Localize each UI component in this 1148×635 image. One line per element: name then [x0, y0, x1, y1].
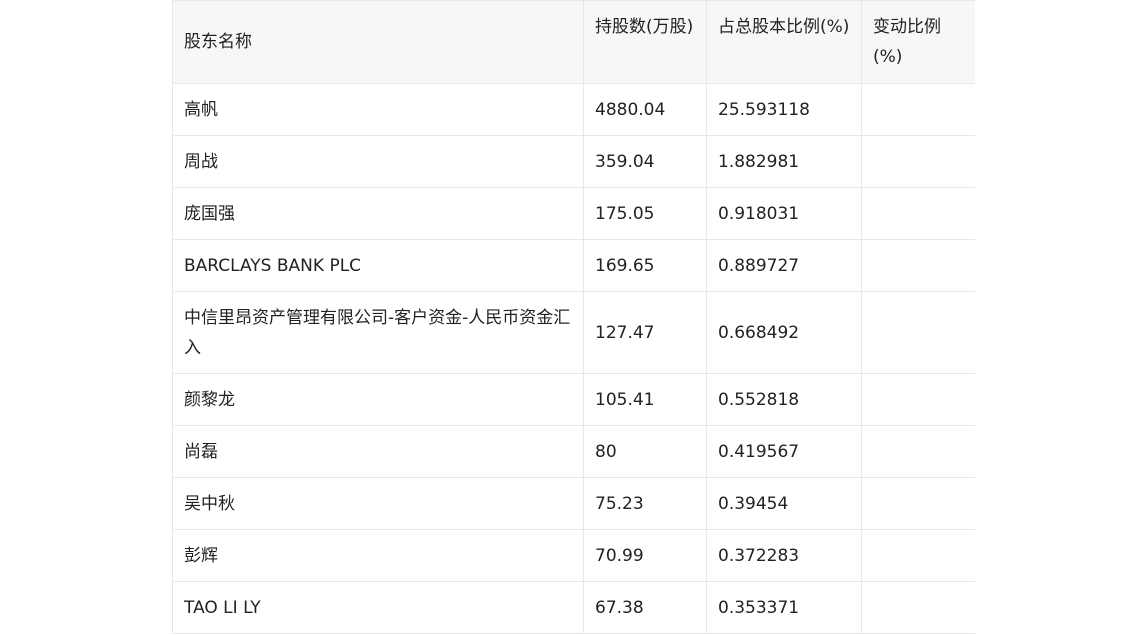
table-body: 高帆 4880.04 25.593118 周战 359.04 1.882981 … — [172, 83, 975, 634]
header-shareholder-name: 股东名称 — [172, 0, 584, 84]
header-change-ratio: 变动比例(%) — [861, 0, 975, 84]
cell-shares: 67.38 — [583, 581, 707, 634]
cell-change — [861, 135, 975, 188]
table-row: 中信里昂资产管理有限公司-客户资金-人民币资金汇入 127.47 0.66849… — [172, 291, 975, 374]
cell-name: 颜黎龙 — [172, 373, 584, 426]
cell-change — [861, 187, 975, 240]
table-row: 吴中秋 75.23 0.39454 — [172, 477, 975, 530]
cell-ratio: 0.918031 — [706, 187, 862, 240]
table-row: 颜黎龙 105.41 0.552818 — [172, 373, 975, 426]
cell-ratio: 0.39454 — [706, 477, 862, 530]
cell-name: 周战 — [172, 135, 584, 188]
header-row: 股东名称 持股数(万股) 占总股本比例(%) 变动比例(%) — [172, 0, 975, 84]
cell-change — [861, 529, 975, 582]
cell-change — [861, 83, 975, 136]
cell-change — [861, 291, 975, 374]
cell-shares: 80 — [583, 425, 707, 478]
cell-change — [861, 239, 975, 292]
shareholder-table-container: 股东名称 持股数(万股) 占总股本比例(%) 变动比例(%) 高帆 4880.0… — [172, 0, 975, 635]
table-row: 庞国强 175.05 0.918031 — [172, 187, 975, 240]
cell-shares: 359.04 — [583, 135, 707, 188]
cell-change — [861, 373, 975, 426]
cell-name: 高帆 — [172, 83, 584, 136]
cell-ratio: 0.552818 — [706, 373, 862, 426]
cell-name: 尚磊 — [172, 425, 584, 478]
table-row: 周战 359.04 1.882981 — [172, 135, 975, 188]
cell-change — [861, 477, 975, 530]
header-share-ratio: 占总股本比例(%) — [706, 0, 862, 84]
cell-name: 中信里昂资产管理有限公司-客户资金-人民币资金汇入 — [172, 291, 584, 374]
cell-shares: 70.99 — [583, 529, 707, 582]
cell-name: BARCLAYS BANK PLC — [172, 239, 584, 292]
cell-change — [861, 581, 975, 634]
table-header: 股东名称 持股数(万股) 占总股本比例(%) 变动比例(%) — [172, 0, 975, 84]
table-row: 彭辉 70.99 0.372283 — [172, 529, 975, 582]
cell-ratio: 0.353371 — [706, 581, 862, 634]
cell-shares: 175.05 — [583, 187, 707, 240]
cell-ratio: 1.882981 — [706, 135, 862, 188]
cell-ratio: 0.889727 — [706, 239, 862, 292]
cell-name: 吴中秋 — [172, 477, 584, 530]
cell-shares: 169.65 — [583, 239, 707, 292]
table-row: BARCLAYS BANK PLC 169.65 0.889727 — [172, 239, 975, 292]
header-shares-held: 持股数(万股) — [583, 0, 707, 84]
cell-shares: 127.47 — [583, 291, 707, 374]
cell-name: 彭辉 — [172, 529, 584, 582]
table-row: TAO LI LY 67.38 0.353371 — [172, 581, 975, 634]
shareholder-table: 股东名称 持股数(万股) 占总股本比例(%) 变动比例(%) 高帆 4880.0… — [172, 0, 975, 634]
table-row: 尚磊 80 0.419567 — [172, 425, 975, 478]
cell-shares: 75.23 — [583, 477, 707, 530]
cell-ratio: 0.668492 — [706, 291, 862, 374]
cell-change — [861, 425, 975, 478]
table-row: 高帆 4880.04 25.593118 — [172, 83, 975, 136]
cell-name: TAO LI LY — [172, 581, 584, 634]
cell-ratio: 0.419567 — [706, 425, 862, 478]
cell-name: 庞国强 — [172, 187, 584, 240]
cell-shares: 105.41 — [583, 373, 707, 426]
cell-ratio: 25.593118 — [706, 83, 862, 136]
cell-shares: 4880.04 — [583, 83, 707, 136]
cell-ratio: 0.372283 — [706, 529, 862, 582]
